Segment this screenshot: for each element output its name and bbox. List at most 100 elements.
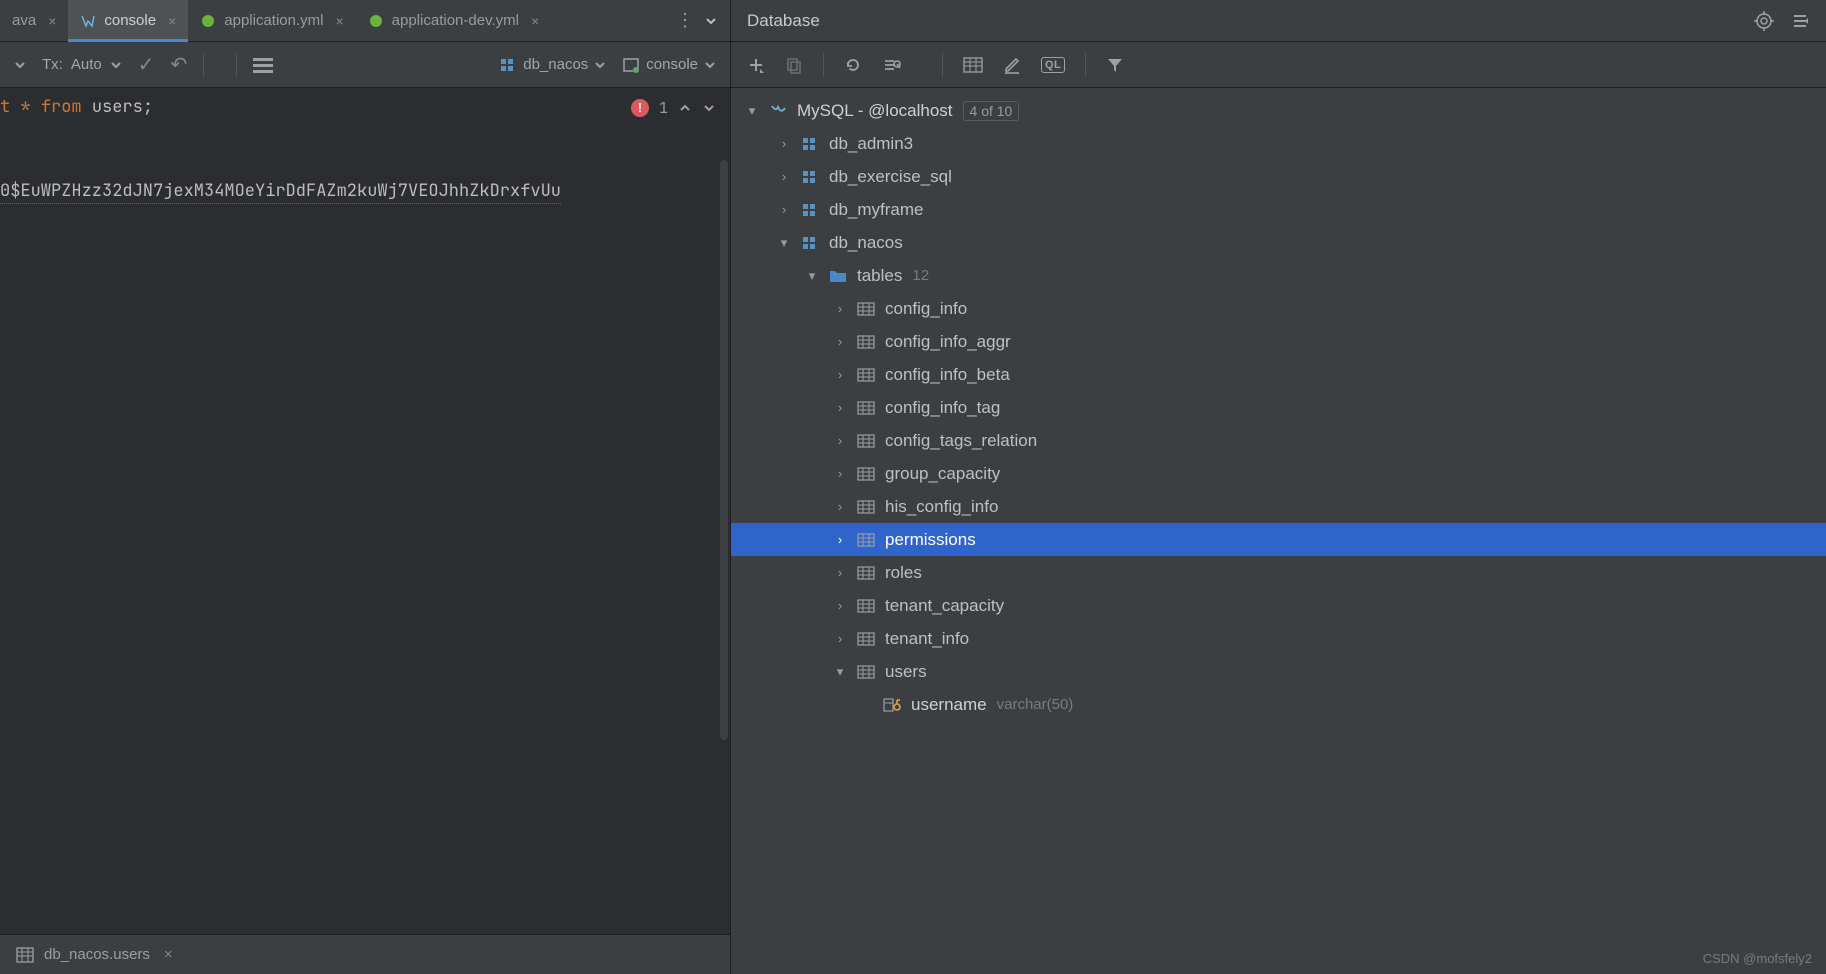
chevron-down-icon[interactable]: ▾ — [745, 103, 759, 119]
tx-mode-selector[interactable]: Tx: Auto — [42, 56, 122, 73]
table-row[interactable]: ›tenant_info — [731, 622, 1826, 655]
target-icon[interactable] — [1754, 11, 1774, 31]
table-icon — [857, 630, 875, 648]
column-type: varchar(50) — [997, 696, 1074, 713]
chevron-down-icon[interactable]: ▾ — [777, 235, 791, 251]
column-row[interactable]: usernamevarchar(50) — [731, 688, 1826, 721]
close-icon[interactable]: × — [164, 946, 173, 963]
chevron-down-icon[interactable] — [704, 14, 718, 28]
chevron-right-icon[interactable]: › — [777, 169, 791, 184]
filter-icon[interactable] — [1106, 56, 1124, 74]
schema-row-active[interactable]: ▾ db_nacos — [731, 226, 1826, 259]
tables-folder-row[interactable]: ▾ tables 12 — [731, 259, 1826, 292]
table-name: tenant_capacity — [885, 596, 1004, 616]
mysql-icon — [769, 102, 787, 120]
datasource-row[interactable]: ▾ MySQL - @localhost 4 of 10 — [731, 94, 1826, 127]
nav-down-icon[interactable] — [702, 101, 716, 115]
error-icon[interactable]: ! — [631, 99, 649, 117]
table-icon — [857, 564, 875, 582]
tab-application-dev-yml[interactable]: application-dev.yml × — [356, 0, 551, 42]
datasource-label: MySQL - @localhost — [797, 101, 953, 121]
console-name: console — [646, 56, 698, 73]
datasource-badge: 4 of 10 — [963, 101, 1020, 121]
database-icon — [499, 56, 517, 74]
bottom-tab-label[interactable]: db_nacos.users — [44, 946, 150, 963]
table-view-icon[interactable] — [963, 57, 983, 73]
watermark: CSDN @mofsfely2 — [1703, 951, 1812, 966]
table-row[interactable]: ›permissions — [731, 523, 1826, 556]
table-name: roles — [885, 563, 922, 583]
duplicate-icon[interactable] — [785, 56, 803, 74]
chevron-right-icon[interactable]: › — [833, 532, 847, 547]
table-icon — [857, 531, 875, 549]
table-name: config_info_aggr — [885, 332, 1011, 352]
table-row[interactable]: ▾users — [731, 655, 1826, 688]
schema-row[interactable]: › db_myframe — [731, 193, 1826, 226]
close-icon[interactable]: × — [531, 13, 539, 29]
chevron-right-icon[interactable]: › — [777, 202, 791, 217]
database-name: db_nacos — [523, 56, 588, 73]
table-row[interactable]: › roles — [731, 556, 1826, 589]
tables-label: tables — [857, 266, 902, 286]
chevron-right-icon[interactable]: › — [833, 301, 847, 316]
database-selector[interactable]: db_nacos — [499, 56, 606, 74]
chevron-right-icon[interactable]: › — [833, 499, 847, 514]
table-row[interactable]: ›config_info_beta — [731, 358, 1826, 391]
chevron-right-icon[interactable]: › — [833, 598, 847, 613]
sql-editor[interactable]: ! 1 t * from users; 0$EuWPZHzz32dJN7jexM… — [0, 88, 730, 864]
key-column-icon — [883, 696, 901, 714]
tab-label: application.yml — [224, 12, 323, 29]
tab-label: application-dev.yml — [392, 12, 519, 29]
wrench-icon[interactable] — [882, 56, 902, 74]
table-row[interactable]: ›his_config_info — [731, 490, 1826, 523]
chevron-right-icon[interactable]: › — [833, 334, 847, 349]
tx-value: Auto — [71, 56, 102, 73]
chevron-right-icon[interactable]: › — [833, 565, 847, 580]
table-row[interactable]: ›config_info — [731, 292, 1826, 325]
chevron-right-icon[interactable]: › — [833, 433, 847, 448]
rollback-icon[interactable]: ↶ — [170, 52, 187, 77]
chevron-right-icon[interactable]: › — [833, 631, 847, 646]
nav-up-icon[interactable] — [678, 101, 692, 115]
schema-row[interactable]: › db_admin3 — [731, 127, 1826, 160]
table-name: config_info_tag — [885, 398, 1000, 418]
edit-icon[interactable] — [1003, 56, 1021, 74]
schema-name: db_nacos — [829, 233, 903, 253]
settings-icon[interactable] — [253, 56, 273, 74]
schema-row[interactable]: › db_exercise_sql — [731, 160, 1826, 193]
schema-icon — [801, 135, 819, 153]
tables-count: 12 — [912, 267, 929, 284]
separator — [1085, 53, 1086, 77]
collapse-icon[interactable] — [1792, 12, 1810, 30]
chevron-right-icon[interactable]: › — [833, 466, 847, 481]
table-row[interactable]: › config_info_tag — [731, 391, 1826, 424]
scrollbar[interactable] — [720, 160, 728, 740]
tab-java[interactable]: ava × — [0, 0, 68, 42]
result-line: 0$EuWPZHzz32dJN7jexM34MOeYirDdFAZm2kuWj7… — [0, 180, 561, 204]
table-row[interactable]: ›group_capacity — [731, 457, 1826, 490]
database-tree[interactable]: ▾ MySQL - @localhost 4 of 10 › db_admin3… — [731, 88, 1826, 974]
chevron-right-icon[interactable]: › — [833, 400, 847, 415]
close-icon[interactable]: × — [335, 13, 343, 29]
console-selector[interactable]: console — [622, 56, 716, 74]
commit-icon[interactable]: ✓ — [138, 52, 155, 77]
table-row[interactable]: ›config_tags_relation — [731, 424, 1826, 457]
schema-icon — [801, 168, 819, 186]
tab-overflow-icon[interactable]: ⋮ — [676, 10, 694, 31]
editor-status: ! 1 — [631, 98, 716, 118]
close-icon[interactable]: × — [168, 13, 176, 29]
chevron-down-icon[interactable]: ▾ — [833, 664, 847, 680]
chevron-right-icon[interactable]: › — [777, 136, 791, 151]
close-icon[interactable]: × — [48, 13, 56, 29]
tab-label: ava — [12, 12, 36, 29]
add-icon[interactable] — [747, 56, 765, 74]
tab-console[interactable]: console × — [68, 0, 188, 42]
refresh-icon[interactable] — [844, 56, 862, 74]
table-row[interactable]: › tenant_capacity — [731, 589, 1826, 622]
table-row[interactable]: › config_info_aggr — [731, 325, 1826, 358]
tab-application-yml[interactable]: application.yml × — [188, 0, 355, 42]
ql-console-icon[interactable]: QL — [1041, 57, 1065, 73]
chevron-right-icon[interactable]: › — [833, 367, 847, 382]
chevron-down-icon[interactable]: ▾ — [805, 268, 819, 284]
dropdown-icon[interactable] — [14, 59, 26, 71]
